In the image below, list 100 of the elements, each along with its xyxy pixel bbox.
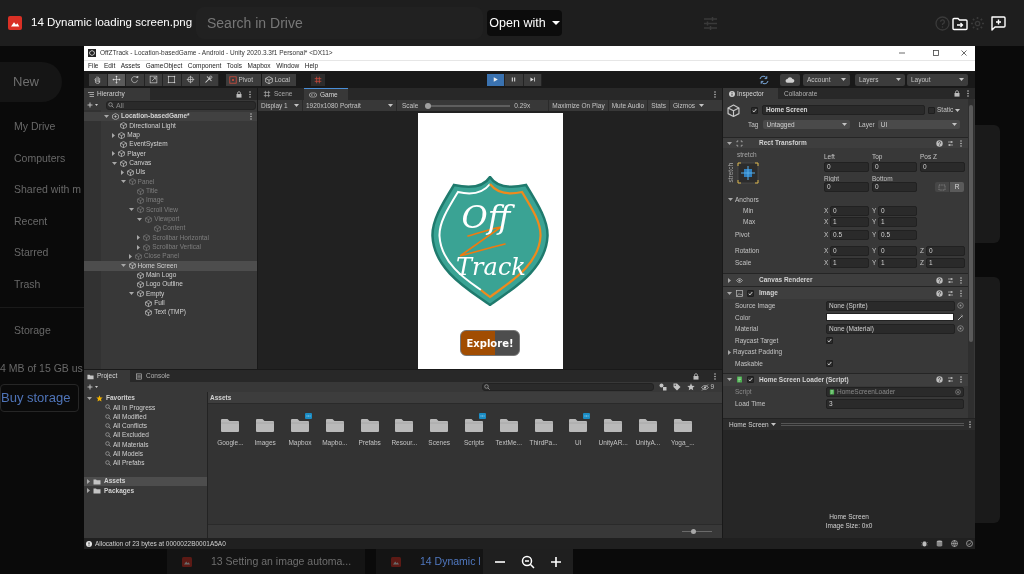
grid-snap-button[interactable] <box>310 73 325 86</box>
caret-down-icon[interactable] <box>727 141 732 145</box>
rotate-tool-button[interactable] <box>126 73 145 86</box>
scale-tool-button[interactable] <box>144 73 163 86</box>
maximize-icon[interactable] <box>932 49 940 57</box>
nav-item[interactable]: Trash <box>0 268 84 301</box>
caret-down-icon[interactable] <box>727 378 732 382</box>
caret-down-icon[interactable] <box>896 78 901 81</box>
preset-sliders-icon[interactable] <box>947 289 954 297</box>
caret-down-icon[interactable] <box>87 396 92 400</box>
lock-icon[interactable] <box>954 90 960 97</box>
caret-right-icon[interactable] <box>120 170 124 176</box>
scrollbar-thumb[interactable] <box>969 105 973 342</box>
anchor-preset-icon[interactable] <box>736 161 759 184</box>
caret-down-icon[interactable] <box>955 108 961 112</box>
lock-icon[interactable] <box>693 372 699 380</box>
caret-down-icon[interactable] <box>120 180 126 184</box>
eyedropper-icon[interactable] <box>957 313 964 321</box>
new-button[interactable]: New <box>0 62 62 102</box>
shapes-icon[interactable] <box>659 383 668 391</box>
preset-sliders-icon[interactable] <box>947 276 954 284</box>
caret-down-icon[interactable] <box>959 78 964 81</box>
explore-button[interactable]: Explore! <box>460 330 520 356</box>
lock-icon[interactable] <box>236 90 242 98</box>
sync-arrows-icon[interactable] <box>758 74 770 85</box>
buy-storage-button[interactable]: Buy storage <box>0 383 79 412</box>
caret-down-icon[interactable] <box>104 115 109 119</box>
caret-down-icon[interactable] <box>112 161 118 165</box>
step-button[interactable] <box>523 73 542 86</box>
caret-down-icon[interactable] <box>841 78 846 81</box>
check-circle-icon[interactable] <box>966 540 973 547</box>
help-icon[interactable] <box>936 276 943 284</box>
caret-down-icon[interactable] <box>137 217 143 221</box>
preset-sliders-icon[interactable] <box>947 376 954 384</box>
caret-right-icon[interactable] <box>137 235 141 241</box>
checkbox[interactable] <box>751 106 758 114</box>
caret-down-icon[interactable] <box>727 291 732 295</box>
database-icon[interactable] <box>936 540 943 547</box>
caret-down-icon[interactable] <box>951 123 957 126</box>
cloud-button[interactable] <box>780 73 800 86</box>
hand-tool-button[interactable] <box>89 73 108 86</box>
nav-item[interactable]: Shared with m <box>0 174 84 206</box>
caret-right-icon[interactable] <box>87 478 90 484</box>
folder-arrow-icon[interactable] <box>952 15 968 31</box>
open-with-button[interactable]: Open with <box>487 10 562 36</box>
help-icon[interactable] <box>936 139 943 147</box>
caret-down-icon[interactable] <box>128 208 134 212</box>
scale-slider[interactable] <box>425 102 511 109</box>
caret-right-icon[interactable] <box>137 244 141 250</box>
pause-button[interactable] <box>505 73 524 86</box>
help-icon[interactable] <box>936 376 943 384</box>
caret-down-icon[interactable] <box>770 423 776 426</box>
caret-down-icon[interactable] <box>388 104 393 107</box>
drag-handle[interactable] <box>780 423 964 426</box>
caret-down-icon[interactable] <box>842 123 848 126</box>
play-button[interactable] <box>486 73 505 86</box>
slider-thumb[interactable] <box>425 102 432 109</box>
plus-icon[interactable] <box>549 555 562 568</box>
caret-right-icon[interactable] <box>128 254 132 260</box>
caret-down-icon[interactable] <box>294 104 299 107</box>
file-tab[interactable]: 13 Setting an image automa... <box>167 549 365 574</box>
add-dropdown-icon[interactable] <box>87 102 99 108</box>
transform-tool-button[interactable] <box>181 73 200 86</box>
caret-down-icon[interactable] <box>120 264 126 268</box>
globe-icon[interactable] <box>951 540 958 547</box>
checkbox[interactable] <box>826 337 833 345</box>
close-icon[interactable] <box>960 49 968 57</box>
nav-item[interactable]: My Drive <box>0 111 84 143</box>
caret-down-icon[interactable] <box>128 292 134 296</box>
preset-sliders-icon[interactable] <box>947 139 954 147</box>
zoom-out-icon[interactable] <box>521 554 535 569</box>
nav-item[interactable]: Starred <box>0 237 84 269</box>
caret-down-icon[interactable] <box>699 104 704 107</box>
add-dropdown-icon[interactable] <box>87 384 99 390</box>
caret-right-icon[interactable] <box>112 132 116 138</box>
tag-icon[interactable] <box>673 383 682 391</box>
file-tab[interactable]: 14 Dynamic l <box>376 549 483 574</box>
checkbox[interactable] <box>747 289 754 297</box>
caret-right-icon[interactable] <box>728 349 731 355</box>
checkbox[interactable] <box>826 360 833 368</box>
rect-tool-button[interactable] <box>163 73 182 86</box>
caret-right-icon[interactable] <box>87 487 90 493</box>
checkbox[interactable] <box>747 376 754 384</box>
slider-thumb[interactable] <box>690 529 696 534</box>
color-swatch[interactable] <box>826 313 954 322</box>
caret-down-icon[interactable] <box>728 198 733 201</box>
caret-right-icon[interactable] <box>727 277 732 283</box>
bug-icon[interactable] <box>921 540 928 547</box>
scrollbar-track[interactable] <box>968 99 974 418</box>
caret-right-icon[interactable] <box>112 151 116 157</box>
custom-tool-button[interactable] <box>200 73 219 86</box>
nav-item[interactable]: Computers <box>0 142 84 175</box>
add-comment-icon[interactable] <box>990 15 1006 31</box>
help-icon[interactable] <box>936 289 943 297</box>
filter-sliders-icon[interactable] <box>703 15 718 31</box>
checkbox[interactable] <box>928 106 935 114</box>
move-tool-button[interactable] <box>107 73 126 86</box>
star-icon[interactable] <box>687 383 696 391</box>
nav-item[interactable]: Recent <box>0 205 84 238</box>
search-field[interactable] <box>482 383 655 391</box>
